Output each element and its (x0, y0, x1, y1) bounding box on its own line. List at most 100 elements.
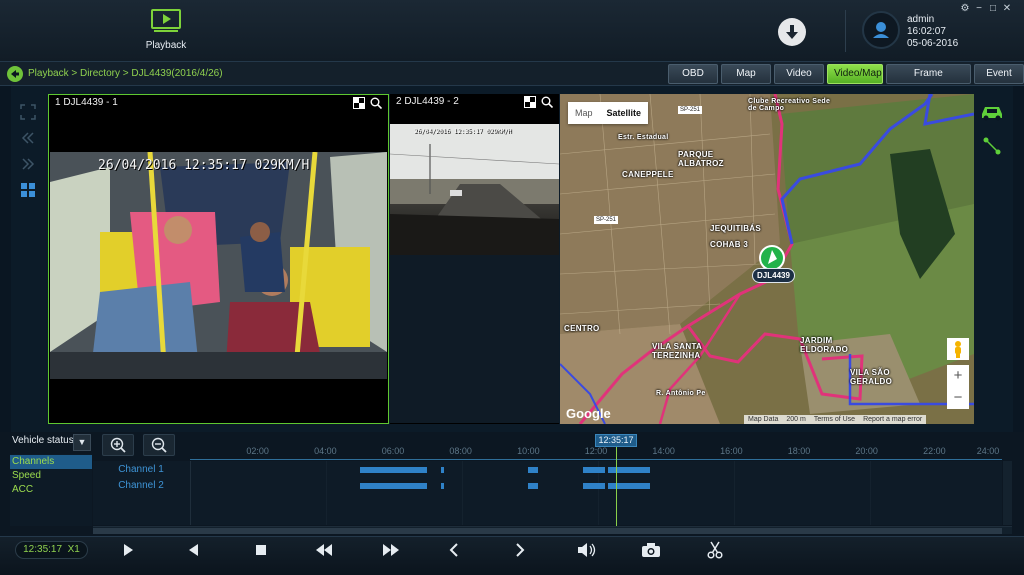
map-data-link[interactable]: Map Data (748, 415, 778, 424)
track-row-channel-2[interactable] (190, 478, 1002, 494)
status-item-acc[interactable]: ACC (10, 483, 92, 497)
satellite-map-image (560, 94, 974, 424)
stop-icon[interactable] (249, 541, 273, 559)
map-type-toggle: Map Satellite (568, 102, 649, 124)
map-zoom-out-button[interactable]: − (947, 387, 969, 409)
scrollbar-thumb[interactable] (93, 528, 1002, 534)
map-label-centro: CENTRO (564, 324, 600, 333)
video-1-osd: 26/04/2016 12:35:17 029KM/H (98, 158, 310, 173)
user-info: admin 16:02:07 05-06-2016 (907, 14, 958, 50)
topbar-divider (845, 10, 846, 52)
video-2-osd: 26/04/2016 12:35:17 029KM/H (414, 128, 512, 135)
user-icon (873, 22, 889, 38)
terms-of-use-link[interactable]: Terms of Use (814, 415, 855, 424)
recording-segment[interactable] (360, 467, 427, 473)
road-chip-sp251-a: SP-251 (678, 106, 703, 114)
timeline-ruler[interactable]: 02:00 04:00 06:00 08:00 10:00 12:00 14:00 16:00… (190, 446, 1002, 460)
user-date: 05-06-2016 (907, 38, 959, 49)
pane-2-icons (524, 96, 553, 108)
zoom-icon[interactable] (541, 96, 553, 108)
snapshot-camera-icon[interactable] (639, 541, 663, 559)
fast-forward-icon[interactable] (379, 541, 403, 559)
map-label-jequitibas: JEQUITIBÁS (710, 224, 762, 233)
map-footer: Map Data 200 m Terms of Use Report a map… (744, 415, 927, 424)
time-cursor-label[interactable]: 12:35:17 (595, 434, 637, 447)
recording-segment[interactable] (608, 483, 650, 489)
tab-frame-information[interactable]: Frame Information (885, 64, 971, 97)
tab-video[interactable]: Video (774, 64, 824, 84)
playback-speed[interactable]: X1 (68, 544, 80, 555)
timeline-horizontal-scrollbar[interactable] (93, 526, 1012, 534)
route-icon[interactable] (982, 136, 1002, 156)
map-label-clube: Clube Recreativo Sede de Campo (748, 98, 831, 112)
recording-segment[interactable] (608, 467, 650, 473)
maximize-icon[interactable]: □ (986, 3, 1000, 14)
vehicle-car-icon[interactable] (978, 102, 1006, 122)
back-button[interactable] (7, 66, 23, 82)
clip-scissors-icon[interactable] (703, 541, 727, 559)
tab-video-map[interactable]: Video/Map (827, 64, 883, 84)
timeline-tick-label: 04:00 (314, 446, 337, 456)
zoom-icon[interactable] (370, 97, 382, 109)
map-label-vila-sao-geraldo: VILA SÃO GERALDO (850, 368, 893, 386)
play-icon[interactable] (116, 541, 140, 559)
video-pane-2[interactable]: 2 DJL4439 - 2 26/04/2016 12:35:17 029KM/… (390, 94, 559, 424)
map-tools (976, 100, 1006, 156)
track-row-channel-1[interactable] (190, 462, 1002, 478)
user-avatar[interactable] (862, 11, 900, 49)
zoom-in-icon (110, 437, 126, 453)
rewind-icon[interactable] (312, 541, 336, 559)
recording-segment[interactable] (360, 483, 427, 489)
time-cursor-line[interactable] (616, 447, 617, 527)
status-item-channels[interactable]: Channels (10, 455, 92, 469)
map-label-estrada: Estr. Estadual (618, 134, 669, 141)
vehicle-status-dropdown[interactable]: ▼ (73, 434, 91, 451)
previous-frame-icon[interactable] (442, 541, 466, 559)
current-time: 12:35:17 (23, 544, 63, 555)
download-button[interactable] (778, 18, 806, 46)
pane-1-icons (353, 97, 382, 109)
tab-event[interactable]: Event (974, 64, 1024, 84)
tab-map[interactable]: Map (721, 64, 771, 84)
playback-module-button[interactable]: Playback (136, 4, 196, 60)
grid-layout-icon[interactable] (20, 182, 36, 198)
recording-segment[interactable] (528, 467, 538, 473)
recording-segment[interactable] (583, 483, 605, 489)
map-type-satellite[interactable]: Satellite (600, 102, 649, 124)
fullscreen-icon[interactable] (20, 104, 36, 120)
timeline-zoom-out-button[interactable] (143, 434, 175, 456)
nav-bar: Playback > Directory > DJL4439(2016/4/26… (0, 62, 1024, 97)
timeline-zoom-in-button[interactable] (102, 434, 134, 456)
play-reverse-icon[interactable] (182, 541, 206, 559)
tab-obd[interactable]: OBD (668, 64, 718, 84)
map-type-map[interactable]: Map (568, 102, 600, 124)
snapshot-grid-icon[interactable] (524, 96, 536, 108)
settings-icon[interactable]: ⚙ (958, 3, 972, 14)
street-view-pegman-button[interactable] (947, 338, 969, 360)
recording-segment[interactable] (441, 483, 444, 489)
report-map-error-link[interactable]: Report a map error (863, 415, 922, 424)
recording-segment[interactable] (441, 467, 444, 473)
previous-page-icon[interactable] (20, 130, 36, 146)
timeline-tick-label: 22:00 (923, 446, 946, 456)
breadcrumb[interactable]: Playback > Directory > DJL4439(2016/4/26… (28, 68, 223, 79)
video-pane-1[interactable]: 1 DJL4439 - 1 26/04/2016 12:35:17 029KM/… (48, 94, 389, 424)
next-frame-icon[interactable] (508, 541, 532, 559)
timeline-tick-label: 20:00 (855, 446, 878, 456)
map-label-vila-santa-terezinha: VILA SANTA TEREZINHA (652, 342, 702, 360)
user-name: admin (907, 14, 935, 25)
next-page-icon[interactable] (20, 156, 36, 172)
close-icon[interactable]: ✕ (1000, 3, 1014, 14)
status-item-speed[interactable]: Speed (10, 469, 92, 483)
volume-icon[interactable] (574, 541, 598, 559)
recording-segment[interactable] (528, 483, 538, 489)
snapshot-grid-icon[interactable] (353, 97, 365, 109)
map-view[interactable]: Map Satellite Clube Recreativo Sede de C… (560, 94, 974, 424)
timeline-vertical-scrollbar[interactable] (1003, 461, 1012, 525)
recording-segment[interactable] (583, 467, 605, 473)
map-zoom-in-button[interactable]: + (947, 365, 969, 387)
minimize-icon[interactable]: − (972, 3, 986, 14)
google-logo: Google (566, 406, 611, 421)
window-controls: ⚙ − □ ✕ (958, 3, 1014, 15)
vehicle-marker-label[interactable]: DJL4439 (752, 268, 795, 283)
